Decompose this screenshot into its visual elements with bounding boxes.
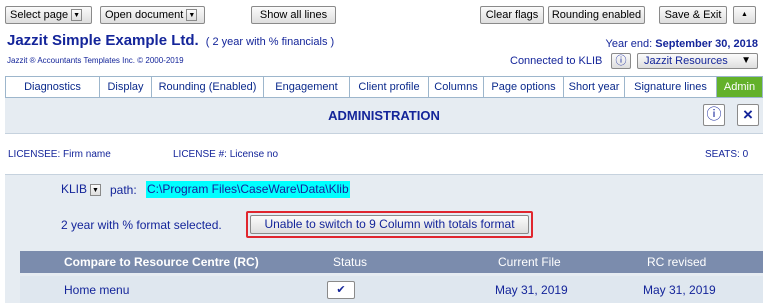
row-rc-revised: May 31, 2019 bbox=[643, 283, 716, 297]
admin-title: ADMINISTRATION bbox=[328, 108, 440, 123]
license-row bbox=[5, 133, 763, 175]
table-header-row: Compare to Resource Centre (RC) Status C… bbox=[20, 251, 763, 273]
seats-text: SEATS: 0 bbox=[705, 149, 749, 160]
tab-columns[interactable]: Columns bbox=[429, 77, 484, 97]
klib-path-value[interactable]: C:\Program Files\CaseWare\Data\Klib bbox=[146, 181, 350, 198]
jazzit-resources-dropdown[interactable]: Jazzit Resources ▼ bbox=[637, 53, 758, 69]
klib-label: KLIB bbox=[61, 182, 88, 196]
clear-flags-button[interactable]: Clear flags bbox=[480, 6, 544, 24]
column-header: Status bbox=[333, 255, 368, 269]
collapse-up-button[interactable]: ▲ bbox=[733, 6, 756, 24]
path-label: path: bbox=[110, 183, 137, 197]
chevron-down-icon: ▼ bbox=[71, 9, 83, 22]
admin-info-button[interactable]: ⓘ bbox=[703, 104, 725, 126]
info-icon: ⓘ bbox=[615, 55, 627, 67]
table-row: Home menu ✔ May 31, 2019 May 31, 2019 bbox=[20, 276, 763, 303]
checkmark-icon: ✔ bbox=[336, 284, 346, 296]
company-name: Jazzit Simple Example Ltd. bbox=[7, 32, 199, 49]
row-name: Home menu bbox=[64, 283, 130, 297]
switch-format-button[interactable]: Unable to switch to 9 Column with totals… bbox=[250, 215, 529, 234]
tab-diagnostics[interactable]: Diagnostics bbox=[6, 77, 100, 97]
admin-close-button[interactable]: × bbox=[737, 104, 759, 126]
column-header: Current File bbox=[498, 255, 561, 269]
tab-page-options[interactable]: Page options bbox=[484, 77, 564, 97]
license-number-text: LICENSE #: License no bbox=[173, 149, 279, 160]
column-header: RC revised bbox=[647, 255, 707, 269]
tab-bar: Diagnostics Display Rounding (Enabled) E… bbox=[5, 76, 763, 98]
tab-engagement[interactable]: Engagement bbox=[264, 77, 350, 97]
tab-signature-lines[interactable]: Signature lines bbox=[625, 77, 717, 97]
format-selected-text: 2 year with % format selected. bbox=[61, 218, 222, 232]
company-title: Jazzit Simple Example Ltd. ( 2 year with… bbox=[7, 32, 334, 49]
chevron-down-icon: ▼ bbox=[186, 9, 198, 22]
year-end-label: Year end: bbox=[605, 38, 653, 50]
info-icon: ⓘ bbox=[706, 106, 722, 123]
save-exit-button[interactable]: Save & Exit bbox=[659, 6, 727, 24]
status-check-button[interactable]: ✔ bbox=[327, 281, 355, 299]
resources-label: Jazzit Resources bbox=[644, 55, 728, 67]
show-all-lines-button[interactable]: Show all lines bbox=[251, 6, 336, 24]
tab-admin[interactable]: Admin bbox=[717, 77, 762, 97]
licensee-text: LICENSEE: Firm name bbox=[8, 149, 111, 160]
connected-status: Connected to KLIB bbox=[510, 55, 603, 67]
close-icon: × bbox=[743, 105, 753, 124]
copyright-text: Jazzit ® Accountants Templates Inc. © 20… bbox=[7, 56, 184, 65]
tab-client-profile[interactable]: Client profile bbox=[350, 77, 429, 97]
open-document-label: Open document bbox=[105, 9, 184, 21]
year-end-value: September 30, 2018 bbox=[655, 38, 758, 50]
rounding-enabled-button[interactable]: Rounding enabled bbox=[548, 6, 645, 24]
company-subtitle: ( 2 year with % financials ) bbox=[205, 36, 335, 48]
chevron-down-icon: ▼ bbox=[90, 183, 102, 196]
open-document-dropdown[interactable]: Open document ▼ bbox=[100, 6, 205, 24]
chevron-down-icon: ▼ bbox=[741, 55, 751, 66]
klib-info-button[interactable]: ⓘ bbox=[611, 53, 631, 69]
tab-short-year[interactable]: Short year bbox=[564, 77, 625, 97]
column-header: Compare to Resource Centre (RC) bbox=[64, 255, 259, 269]
tab-rounding[interactable]: Rounding (Enabled) bbox=[152, 77, 264, 97]
select-page-dropdown[interactable]: Select page ▼ bbox=[5, 6, 92, 24]
tab-display[interactable]: Display bbox=[100, 77, 152, 97]
year-end: Year end: September 30, 2018 bbox=[606, 38, 759, 50]
row-current-file: May 31, 2019 bbox=[495, 283, 568, 297]
select-page-label: Select page bbox=[10, 9, 69, 21]
klib-dropdown[interactable]: KLIB ▼ bbox=[61, 181, 104, 199]
